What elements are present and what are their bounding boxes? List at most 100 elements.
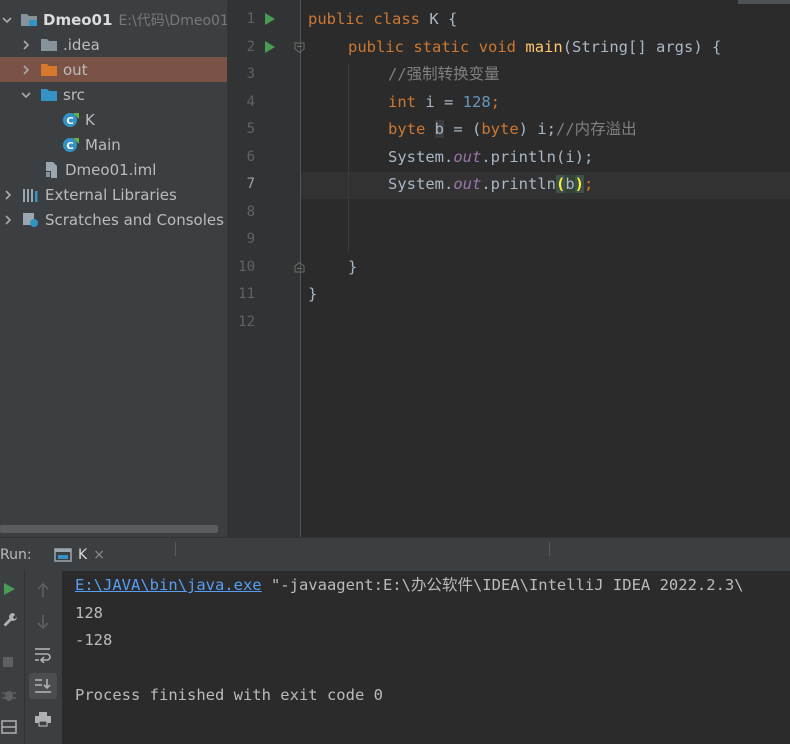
line-number: 5	[246, 121, 255, 137]
java-class-icon: C	[62, 137, 80, 153]
chevron-down-icon[interactable]	[20, 89, 32, 101]
run-console[interactable]: E:\JAVA\bin\java.exe "-javaagent:E:\办公软件…	[62, 571, 790, 744]
code-text: }	[348, 258, 358, 276]
keyword: void	[478, 38, 517, 56]
tree-item-src[interactable]: src	[0, 82, 227, 107]
variable-highlight: b	[434, 120, 445, 138]
keyword: static	[413, 38, 470, 56]
wrench-icon[interactable]	[0, 609, 20, 631]
code-line-3[interactable]: //强制转换变量	[388, 61, 500, 88]
tree-item-scratches[interactable]: Scratches and Consoles	[0, 207, 227, 232]
code-editor[interactable]: 1 2 3 4 5 6 7 8 9 10 11 12 public class …	[227, 0, 790, 537]
project-horizontal-scrollbar[interactable]	[0, 525, 218, 533]
tree-item-class-main[interactable]: C Main	[0, 132, 227, 157]
chevron-right-icon[interactable]	[20, 64, 32, 76]
stop-icon[interactable]	[0, 653, 16, 671]
keyword: class	[373, 10, 421, 28]
folder-orange-icon	[40, 62, 58, 78]
static-field: out	[453, 175, 482, 193]
tree-item-label: Main	[85, 135, 121, 154]
tree-item-label: Dmeo01	[43, 10, 113, 29]
paren-match: )	[574, 175, 585, 193]
code-line-7[interactable]: System.out.println(b);	[388, 171, 593, 198]
line-number: 2	[246, 39, 255, 55]
chevron-right-icon[interactable]	[2, 214, 14, 226]
line-number: 3	[246, 66, 255, 82]
semicolon: ;	[490, 93, 501, 111]
fold-start-icon[interactable]	[294, 42, 305, 53]
keyword: public	[348, 38, 404, 56]
java-exe-link[interactable]: E:\JAVA\bin\java.exe	[75, 576, 262, 594]
tree-item-class-k[interactable]: C K	[0, 107, 227, 132]
arrow-down-icon[interactable]	[32, 611, 54, 633]
source-folder-icon	[40, 87, 58, 103]
tree-item-external-libraries[interactable]: External Libraries	[0, 182, 227, 207]
header-divider	[549, 542, 550, 556]
folder-icon	[40, 37, 58, 53]
debug-icon[interactable]	[0, 685, 18, 705]
print-icon[interactable]	[30, 707, 56, 731]
chevron-right-icon[interactable]	[20, 39, 32, 51]
line-number: 8	[246, 204, 255, 220]
code-text: K {	[420, 10, 458, 28]
header-divider	[175, 542, 176, 556]
code-line-4[interactable]: int i = 128;	[388, 89, 500, 116]
svg-text:C: C	[66, 116, 73, 127]
tree-item-iml[interactable]: Dmeo01.iml	[0, 157, 227, 182]
iml-file-icon	[42, 161, 60, 178]
indent-guide	[348, 63, 349, 253]
project-path: E:\代码\Dmeo01	[118, 12, 227, 29]
line-number: 1	[246, 11, 255, 27]
rerun-icon[interactable]	[0, 579, 18, 599]
line-number: 11	[238, 286, 255, 302]
console-exit-message: Process finished with exit code 0	[75, 686, 383, 704]
code-text: (String[] args) {	[562, 38, 722, 56]
run-toolbar-secondary	[25, 571, 62, 744]
fold-end-icon[interactable]	[294, 262, 305, 273]
code-line-6[interactable]: System.out.println(i);	[388, 144, 593, 171]
tree-item-out[interactable]: out	[0, 57, 227, 82]
code-text: }	[308, 285, 318, 303]
tree-item-dmeo01[interactable]: Dmeo01 E:\代码\Dmeo01	[0, 7, 227, 32]
static-field: out	[453, 148, 482, 166]
run-tab-label: K	[78, 547, 88, 563]
soft-wrap-icon[interactable]	[30, 643, 56, 667]
line-number-current: 7	[246, 176, 255, 192]
keyword: byte	[388, 120, 426, 138]
code-line-5[interactable]: byte b = (byte) i;//内存溢出	[388, 116, 637, 143]
code-line-11[interactable]: }	[308, 281, 317, 308]
comment: //强制转换变量	[388, 65, 500, 83]
tree-item-label: src	[63, 85, 85, 104]
console-command-line: E:\JAVA\bin\java.exe "-javaagent:E:\办公软件…	[75, 572, 744, 599]
scroll-to-end-icon[interactable]	[29, 673, 57, 699]
code-line-2[interactable]: public static void main(String[] args) {	[348, 34, 721, 61]
console-output-line: -128	[75, 631, 113, 649]
method-name: main	[525, 38, 563, 56]
project-tool-window: Dmeo01 E:\代码\Dmeo01 .idea out src C K C …	[0, 0, 227, 537]
console-command-args: "-javaagent:E:\办公软件\IDEA\IntelliJ IDEA 2…	[261, 576, 744, 594]
run-main-icon[interactable]	[263, 40, 277, 54]
code-line-1[interactable]: public class K {	[308, 6, 457, 33]
keyword: int	[388, 93, 416, 111]
editor-horizontal-scrollbar[interactable]	[738, 0, 790, 4]
tree-item-idea[interactable]: .idea	[0, 32, 227, 57]
line-number: 12	[238, 314, 255, 330]
tree-item-label: out	[63, 60, 88, 79]
code-text: i =	[416, 93, 463, 111]
run-class-icon[interactable]	[263, 12, 277, 26]
code-line-10[interactable]: }	[348, 254, 357, 281]
keyword: byte	[481, 120, 519, 138]
arrow-up-icon[interactable]	[32, 579, 54, 601]
line-number: 10	[238, 259, 255, 275]
chevron-right-icon[interactable]	[2, 189, 14, 201]
layout-icon[interactable]	[0, 717, 18, 737]
line-number: 4	[246, 94, 255, 110]
code-text: System.	[388, 148, 454, 166]
run-tab-k[interactable]: K ×	[48, 538, 176, 572]
scratches-icon	[22, 212, 40, 228]
paren-match: (	[555, 175, 566, 193]
chevron-down-icon[interactable]	[2, 14, 12, 26]
libraries-icon	[22, 187, 40, 203]
svg-text:C: C	[66, 141, 73, 152]
close-icon[interactable]: ×	[93, 547, 105, 563]
